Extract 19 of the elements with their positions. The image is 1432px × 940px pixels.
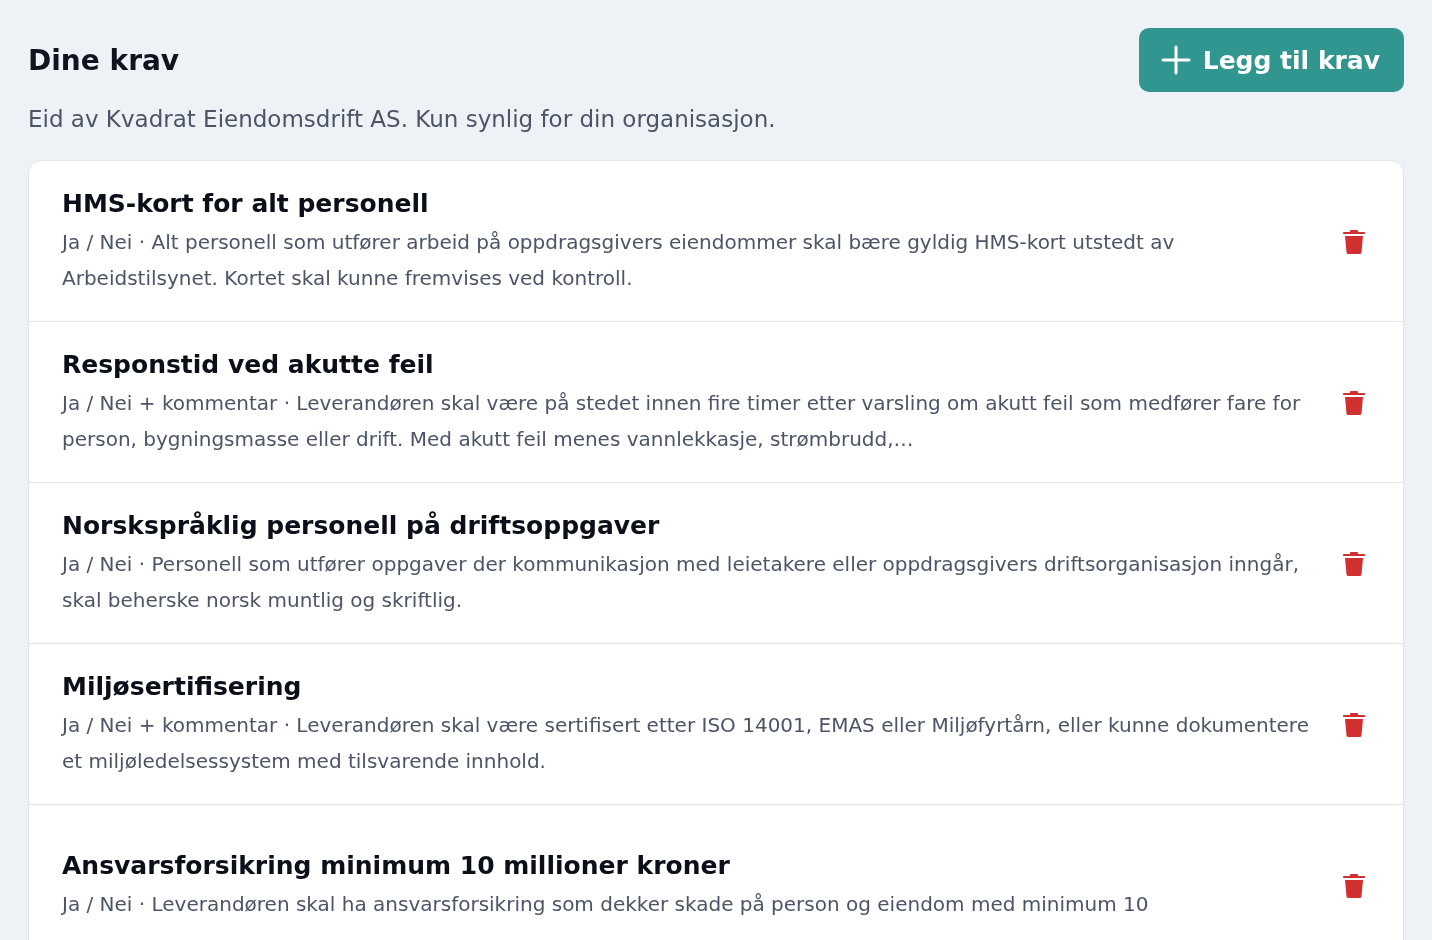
requirement-description: Ja / Nei · Alt personell som utfører arbeid på oppdragsgivers eiendommer skal bære gyldig HMS-kort utstedt av Arbeidstilsynet. Kortet skal kunne fremvises ved kontroll. [62,228,1176,292]
page-title: Dine krav [28,43,180,77]
requirement-title: Norskspråklig personell på driftsoppgaver [62,510,661,540]
add-requirement-button[interactable]: Legg til krav [1138,28,1404,92]
trash-icon [1343,391,1365,415]
requirement-title: Ansvarsforsikring minimum 10 millioner kroner [62,850,731,880]
requirement-title: Miljøsertifisering [62,671,303,701]
subtitle: Eid av Kvadrat Eiendomsdrift AS. Kun synlig for din organisasjon. [28,106,777,132]
requirement-description: Ja / Nei + kommentar · Leverandøren skal være sertifisert etter ISO 14001, EMAS eller Miljøfyrtårn, eller kunne dokumentere et miljøledelsessystem med tilsvarende innhold. [62,711,1310,775]
trash-icon [1343,552,1365,576]
trash-icon [1343,713,1365,737]
plus-icon [1160,45,1191,75]
trash-icon [1343,874,1365,898]
requirement-description: Ja / Nei + kommentar · Leverandøren skal være på stedet innen fire timer etter varsling om akutt feil som medfører fare for person, bygningsmasse eller drift. Med akutt feil menes vannlekkasje, strømbrudd,… [62,389,1302,453]
requirement-description: Ja / Nei · Leverandøren skal ha ansvarsforsikring som dekker skade på person og eiendom med minimum 10 [62,890,1150,918]
requirement-title: HMS-kort for alt personell [62,188,430,218]
trash-icon [1343,230,1365,254]
requirement-title: Responstid ved akutte feil [62,349,435,379]
requirement-description: Ja / Nei · Personell som utfører oppgaver der kommunikasjon med leietakere eller oppdragsgivers driftsorganisasjon inngår, skal beherske norsk muntlig og skriftlig. [62,550,1300,614]
